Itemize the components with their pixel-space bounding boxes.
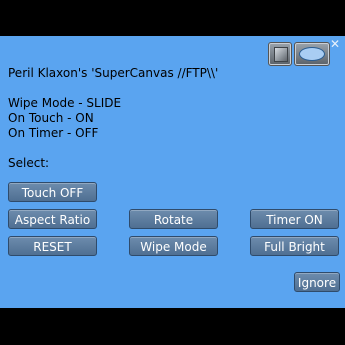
dialog-message: Peril Klaxon's 'SuperCanvas //FTP\\' Wip… xyxy=(8,66,328,171)
object-cube-icon[interactable] xyxy=(268,42,292,66)
close-icon[interactable]: ✕ xyxy=(329,38,341,50)
bubble-shape xyxy=(299,47,325,61)
touch-off-button[interactable]: Touch OFF xyxy=(8,182,97,202)
reset-button[interactable]: RESET xyxy=(8,236,97,256)
chat-bubble-icon[interactable] xyxy=(294,42,330,66)
message-title: Peril Klaxon's 'SuperCanvas //FTP\\' xyxy=(8,66,219,80)
message-on-timer: On Timer - OFF xyxy=(8,126,99,140)
cube-shape xyxy=(274,47,288,62)
ignore-button[interactable]: Ignore xyxy=(294,272,340,292)
aspect-ratio-button[interactable]: Aspect Ratio xyxy=(8,209,97,229)
rotate-button[interactable]: Rotate xyxy=(129,209,218,229)
full-bright-button[interactable]: Full Bright xyxy=(250,236,339,256)
message-select-prompt: Select: xyxy=(8,156,50,170)
message-on-touch: On Touch - ON xyxy=(8,111,94,125)
wipe-mode-button[interactable]: Wipe Mode xyxy=(129,236,218,256)
timer-on-button[interactable]: Timer ON xyxy=(250,209,339,229)
script-dialog: ✕ Peril Klaxon's 'SuperCanvas //FTP\\' W… xyxy=(0,36,345,308)
message-wipe-mode: Wipe Mode - SLIDE xyxy=(8,96,122,110)
